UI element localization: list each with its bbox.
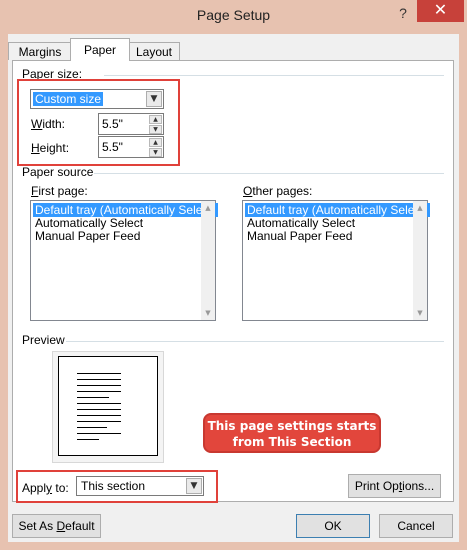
scroll-up-icon[interactable]: ▲ <box>413 201 427 215</box>
divider <box>66 341 444 342</box>
page-setup-dialog: Page Setup ? ✕ Margins Paper Layout Pape… <box>0 0 467 550</box>
annotation-callout: This page settings starts from This Sect… <box>203 413 381 453</box>
first-page-list[interactable]: Default tray (Automatically Select) Auto… <box>30 200 218 321</box>
tab-paper[interactable]: Paper <box>70 38 130 61</box>
scrollbar[interactable]: ▲ ▼ <box>201 201 215 320</box>
scroll-down-icon[interactable]: ▼ <box>413 306 427 320</box>
divider <box>104 75 444 76</box>
text-line <box>77 427 107 428</box>
apply-to-highlight <box>16 470 218 503</box>
text-line <box>77 379 121 380</box>
other-pages-list[interactable]: Default tray (Automatically Select) Auto… <box>242 200 430 321</box>
paper-source-label: Paper source <box>22 165 94 179</box>
list-item[interactable]: Manual Paper Feed <box>245 229 354 243</box>
other-pages-label: Other pages: <box>243 184 313 198</box>
close-icon[interactable]: ✕ <box>417 0 464 22</box>
list-item[interactable]: Manual Paper Feed <box>33 229 142 243</box>
page-preview-thumbnail <box>58 356 158 456</box>
paper-size-highlight <box>17 79 180 166</box>
text-line <box>77 415 121 416</box>
help-icon[interactable]: ? <box>392 5 414 25</box>
scroll-down-icon[interactable]: ▼ <box>201 306 215 320</box>
tab-margins[interactable]: Margins <box>8 42 72 60</box>
list-item[interactable]: Automatically Select <box>245 216 357 230</box>
text-line <box>77 433 121 434</box>
title-bar: Page Setup ? ✕ <box>0 0 467 34</box>
text-line <box>77 439 99 440</box>
text-line <box>77 409 121 410</box>
divider <box>94 173 444 174</box>
scroll-up-icon[interactable]: ▲ <box>201 201 215 215</box>
print-options-button[interactable]: Print Options... <box>348 474 441 498</box>
text-line <box>77 421 121 422</box>
ok-button[interactable]: OK <box>296 514 370 538</box>
preview-label: Preview <box>22 333 65 347</box>
text-line <box>77 373 121 374</box>
text-line <box>77 403 121 404</box>
text-line <box>77 385 121 386</box>
set-as-default-button[interactable]: Set As Default <box>12 514 101 538</box>
list-item[interactable]: Default tray (Automatically Select) <box>33 203 218 217</box>
tab-layout[interactable]: Layout <box>128 42 180 60</box>
list-item[interactable]: Default tray (Automatically Select) <box>245 203 430 217</box>
first-page-label: First page: <box>31 184 88 198</box>
cancel-button[interactable]: Cancel <box>379 514 453 538</box>
text-line <box>77 391 121 392</box>
list-item[interactable]: Automatically Select <box>33 216 145 230</box>
scrollbar[interactable]: ▲ ▼ <box>413 201 427 320</box>
text-line <box>77 397 109 398</box>
